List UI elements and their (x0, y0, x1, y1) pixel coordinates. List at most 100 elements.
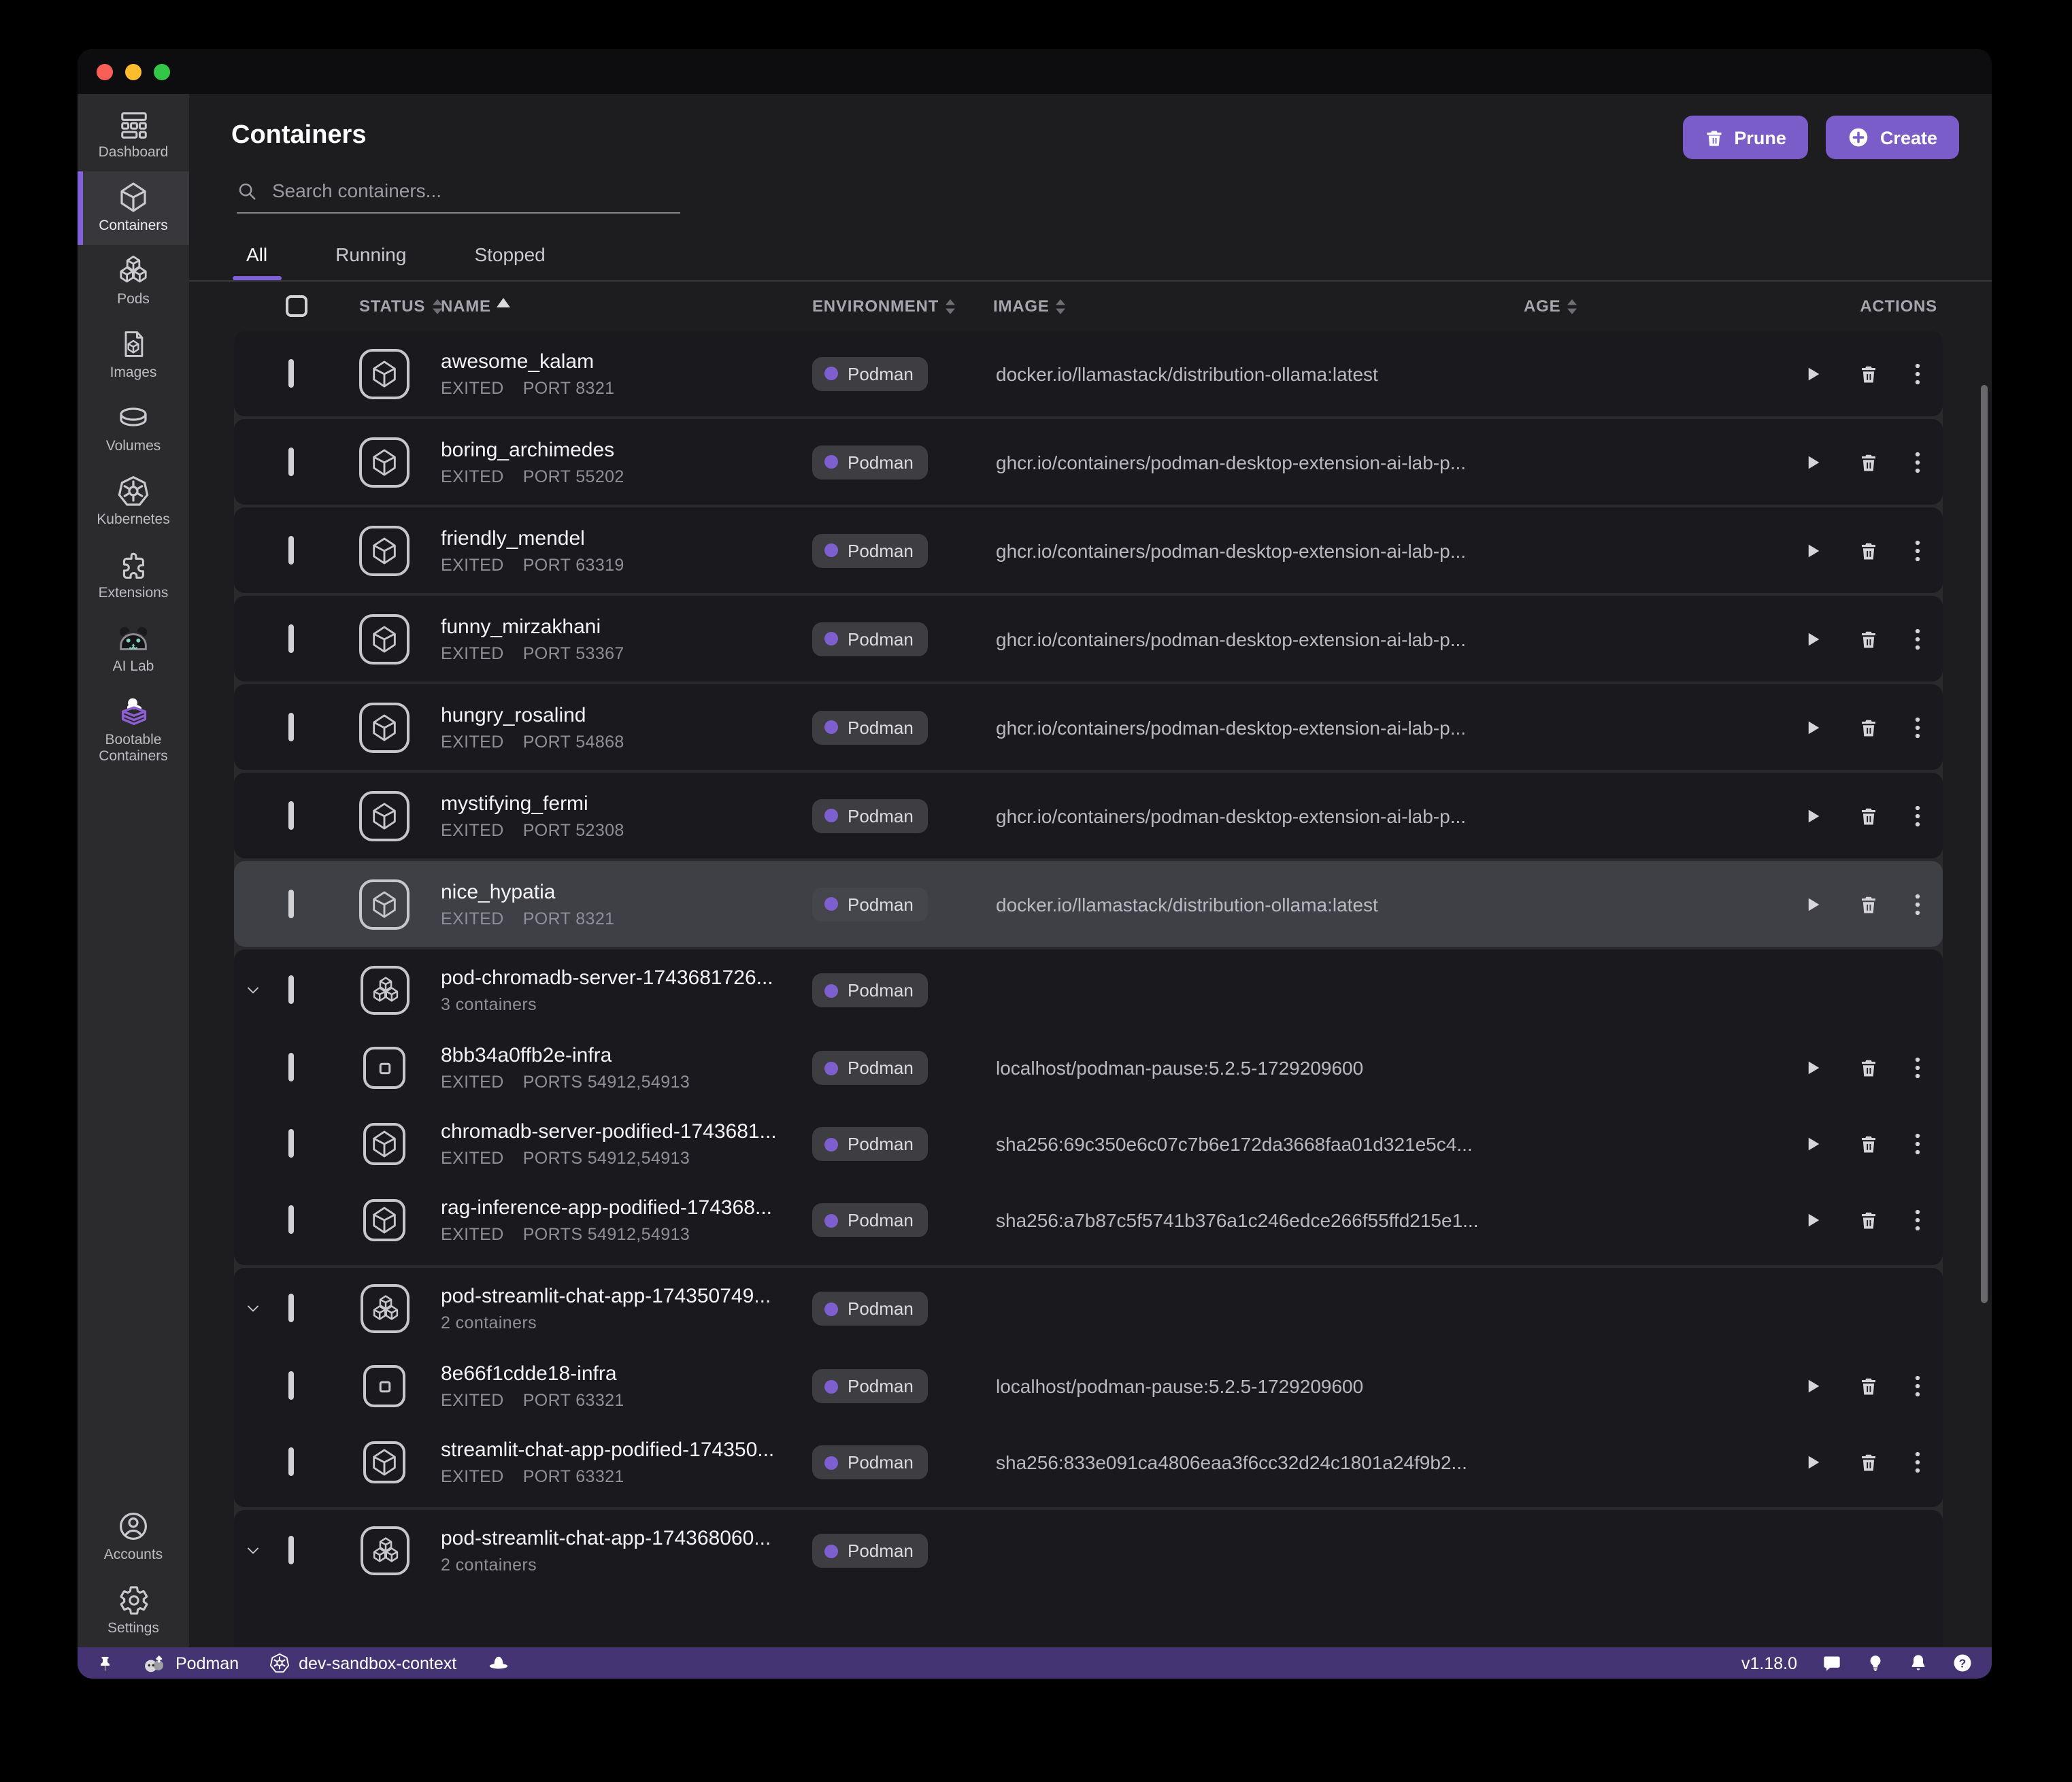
prune-button[interactable]: Prune (1682, 116, 1808, 159)
sidebar-item-accounts[interactable]: Accounts (78, 1500, 189, 1574)
select-all-checkbox[interactable] (286, 295, 307, 317)
container-row-mystifying_fermi[interactable]: mystifying_fermi EXITEDPORT 52308 Podman… (234, 773, 1943, 858)
expand-chevron[interactable] (244, 1299, 263, 1318)
column-header-environment[interactable]: ENVIRONMENT (812, 297, 956, 316)
more-actions-button[interactable] (1914, 626, 1921, 651)
container-row-nice_hypatia[interactable]: nice_hypatia EXITEDPORT 8321 Podmandocke… (234, 861, 1943, 947)
start-container-button[interactable] (1803, 539, 1823, 561)
delete-container-button[interactable] (1858, 451, 1879, 473)
more-actions-button[interactable] (1914, 1208, 1921, 1232)
start-container-button[interactable] (1803, 1375, 1823, 1397)
pod-row-pod-chromadb-server-1743681726[interactable]: pod-chromadb-server-1743681726... 3 cont… (234, 951, 1943, 1030)
lightbulb-icon[interactable] (1867, 1653, 1884, 1673)
delete-container-button[interactable] (1858, 805, 1879, 826)
container-row-hungry_rosalind[interactable]: hungry_rosalind EXITEDPORT 54868 Podmang… (234, 684, 1943, 770)
maximize-button[interactable] (154, 63, 170, 80)
container-row-boring_archimedes[interactable]: boring_archimedes EXITEDPORT 55202 Podma… (234, 419, 1943, 505)
sidebar-item-kubernetes[interactable]: Kubernetes (78, 465, 189, 539)
row-checkbox[interactable] (288, 535, 294, 564)
delete-container-button[interactable] (1858, 1057, 1879, 1079)
column-header-age[interactable]: AGE (1524, 297, 1578, 316)
start-container-button[interactable] (1803, 1209, 1823, 1231)
start-container-button[interactable] (1803, 1133, 1823, 1155)
more-actions-button[interactable] (1914, 1132, 1921, 1156)
row-checkbox[interactable] (288, 1536, 294, 1564)
delete-container-button[interactable] (1858, 539, 1879, 561)
sidebar-item-extensions[interactable]: Extensions (78, 539, 189, 612)
create-button[interactable]: Create (1826, 116, 1959, 159)
container-row-friendly_mendel[interactable]: friendly_mendel EXITEDPORT 63319 Podmang… (234, 507, 1943, 593)
expand-chevron[interactable] (244, 1541, 263, 1560)
column-header-status[interactable]: STATUS (359, 297, 443, 316)
feedback-icon[interactable] (1822, 1653, 1842, 1672)
tab-stopped[interactable]: Stopped (469, 235, 550, 280)
sidebar-item-settings[interactable]: Settings (78, 1574, 189, 1647)
row-checkbox[interactable] (288, 1053, 294, 1081)
more-actions-button[interactable] (1914, 1374, 1921, 1398)
close-button[interactable] (97, 63, 113, 80)
row-checkbox[interactable] (288, 1294, 294, 1322)
sidebar-item-images[interactable]: Images (78, 318, 189, 392)
container-row-8e66f1cdde18-infra[interactable]: 8e66f1cdde18-infra EXITEDPORT 63321 Podm… (234, 1348, 1943, 1424)
container-row-chromadb-server-podified-1743681[interactable]: chromadb-server-podified-1743681... EXIT… (234, 1106, 1943, 1182)
expand-chevron[interactable] (244, 981, 263, 1000)
column-header-name[interactable]: NAME (441, 297, 510, 316)
delete-container-button[interactable] (1858, 716, 1879, 738)
provider-status[interactable]: Podman (143, 1653, 239, 1672)
row-checkbox[interactable] (288, 1447, 294, 1476)
more-actions-button[interactable] (1914, 715, 1921, 739)
more-actions-button[interactable] (1914, 450, 1921, 474)
tab-running[interactable]: Running (330, 235, 412, 280)
container-row-8bb34a0ffb2e-infra[interactable]: 8bb34a0ffb2e-infra EXITEDPORTS 54912,549… (234, 1030, 1943, 1106)
start-container-button[interactable] (1803, 451, 1823, 473)
pod-row-pod-streamlit-chat-app-174350749[interactable]: pod-streamlit-chat-app-174350749... 2 co… (234, 1269, 1943, 1348)
start-container-button[interactable] (1803, 363, 1823, 384)
bell-icon[interactable] (1909, 1653, 1928, 1673)
more-actions-button[interactable] (1914, 361, 1921, 386)
row-checkbox[interactable] (288, 1205, 294, 1234)
row-checkbox[interactable] (288, 712, 294, 741)
more-actions-button[interactable] (1914, 538, 1921, 562)
start-container-button[interactable] (1803, 628, 1823, 650)
minimize-button[interactable] (125, 63, 141, 80)
hat-icon[interactable] (486, 1654, 509, 1672)
sidebar-item-containers[interactable]: Containers (78, 171, 189, 245)
start-container-button[interactable] (1803, 1057, 1823, 1079)
more-actions-button[interactable] (1914, 892, 1921, 916)
tab-all[interactable]: All (241, 235, 273, 280)
delete-container-button[interactable] (1858, 1451, 1879, 1473)
sidebar-item-ai-lab[interactable]: AI Lab (78, 612, 189, 686)
container-row-awesome_kalam[interactable]: awesome_kalam EXITEDPORT 8321 Podmandock… (234, 331, 1943, 416)
more-actions-button[interactable] (1914, 803, 1921, 828)
container-row-rag-inference-app-podified-174368[interactable]: rag-inference-app-podified-174368... EXI… (234, 1182, 1943, 1258)
container-row-streamlit-chat-app-podified-174350[interactable]: streamlit-chat-app-podified-174350... EX… (234, 1424, 1943, 1500)
start-container-button[interactable] (1803, 893, 1823, 915)
sidebar-item-pods[interactable]: Pods (78, 245, 189, 318)
delete-container-button[interactable] (1858, 1375, 1879, 1397)
row-checkbox[interactable] (288, 1371, 294, 1400)
delete-container-button[interactable] (1858, 628, 1879, 650)
delete-container-button[interactable] (1858, 1133, 1879, 1155)
start-container-button[interactable] (1803, 1451, 1823, 1473)
row-checkbox[interactable] (288, 358, 294, 387)
sidebar-item-volumes[interactable]: Volumes (78, 392, 189, 465)
container-row-funny_mirzakhani[interactable]: funny_mirzakhani EXITEDPORT 53367 Podman… (234, 596, 1943, 682)
scrollbar[interactable] (1981, 385, 1988, 1303)
delete-container-button[interactable] (1858, 893, 1879, 915)
column-header-image[interactable]: IMAGE (993, 297, 1067, 316)
delete-container-button[interactable] (1858, 1209, 1879, 1231)
pin-icon[interactable] (97, 1653, 113, 1672)
start-container-button[interactable] (1803, 805, 1823, 826)
delete-container-button[interactable] (1858, 363, 1879, 384)
sidebar-item-dashboard[interactable]: Dashboard (78, 98, 189, 171)
pod-row-pod-streamlit-chat-app-174368060[interactable]: pod-streamlit-chat-app-174368060... 2 co… (234, 1511, 1943, 1590)
row-checkbox[interactable] (288, 975, 294, 1004)
sidebar-item-bootable-containers[interactable]: Bootable Containers (78, 686, 189, 775)
more-actions-button[interactable] (1914, 1056, 1921, 1080)
row-checkbox[interactable] (288, 624, 294, 652)
kube-context[interactable]: dev-sandbox-context (269, 1653, 456, 1673)
row-checkbox[interactable] (288, 447, 294, 475)
row-checkbox[interactable] (288, 1129, 294, 1158)
help-icon[interactable]: ? (1952, 1653, 1973, 1673)
row-checkbox[interactable] (288, 889, 294, 918)
